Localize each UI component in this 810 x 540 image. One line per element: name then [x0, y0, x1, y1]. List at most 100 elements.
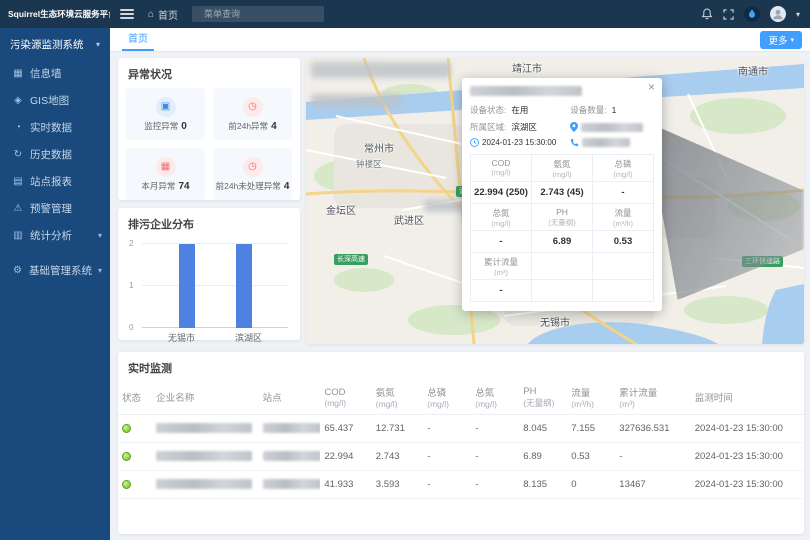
map-label-city: 常州市	[364, 140, 394, 155]
param-value: 6.89	[532, 231, 593, 253]
popup-param-table: COD(mg/l)氨氮(mg/l)总磷(mg/l)22.994 (250)2.7…	[470, 154, 654, 302]
chart-title: 排污企业分布	[118, 208, 300, 238]
sidebar-item-history-data[interactable]: ↻历史数据	[0, 141, 110, 168]
water-drop-logo-icon[interactable]	[744, 6, 760, 22]
address-row	[570, 122, 654, 132]
realtime-monitor-card: 实时监测 状态企业名称站点COD(mg/l)氨氮(mg/l)总磷(mg/l)总氮…	[118, 352, 804, 534]
cell-value: 8.135	[519, 471, 567, 499]
cell-value: 2024-01-23 15:30:00	[691, 415, 804, 443]
chart-plot-area: 012	[142, 244, 288, 328]
abnormal-card-title: 异常状况	[118, 58, 300, 88]
search-input[interactable]	[202, 8, 323, 20]
breadcrumb[interactable]: ⌂ 首页	[148, 7, 178, 22]
map-label-city: 钟楼区	[356, 158, 382, 170]
stat-tile: ◷前24h未处理异常4	[213, 148, 292, 200]
param-value: 2.743 (45)	[532, 182, 593, 204]
chevron-down-icon: ▾	[790, 36, 794, 44]
realtime-table: 状态企业名称站点COD(mg/l)氨氮(mg/l)总磷(mg/l)总氮(mg/l…	[118, 382, 804, 499]
fullscreen-icon[interactable]	[723, 9, 734, 20]
chevron-down-icon[interactable]: ▾	[796, 10, 800, 19]
param-value: -	[593, 182, 654, 204]
sidebar-system-switcher[interactable]: 污染源监测系统 ▾	[0, 28, 110, 60]
abnormal-status-card: 异常状况 ▣监控异常0◷前24h异常4▦本月异常74◷前24h未处理异常4	[118, 58, 300, 200]
sidebar-item-base-system[interactable]: ⚙基础管理系统▾	[0, 257, 110, 284]
cell-value: 6.89	[519, 443, 567, 471]
chevron-down-icon: ▾	[96, 40, 100, 49]
map-label-city: 靖江市	[512, 60, 542, 75]
cell-value: 2.743	[372, 443, 423, 471]
cell-value: 13467	[615, 471, 690, 499]
column-header: 企业名称	[152, 382, 258, 415]
cell-value: -	[423, 471, 471, 499]
stat-tile: ▦本月异常74	[126, 148, 205, 200]
alarm-icon: ⚠	[12, 203, 24, 214]
sidebar-item-dashboard[interactable]: ▦信息墙	[0, 60, 110, 87]
home-icon: ⌂	[148, 9, 154, 20]
column-header: 状态	[118, 382, 152, 415]
y-axis-tick: 0	[129, 323, 133, 332]
column-header: 站点	[259, 382, 321, 415]
cell-value: -	[471, 415, 519, 443]
bell-icon[interactable]	[701, 8, 713, 20]
cell-value: 2024-01-23 15:30:00	[691, 443, 804, 471]
param-header: 总磷(mg/l)	[593, 155, 654, 182]
sidebar-item-realtime-data[interactable]: ◔ 实时数据	[0, 114, 110, 141]
param-value: -	[471, 231, 532, 253]
x-axis-label: 无锡市	[168, 331, 195, 344]
param-header: 总氮(mg/l)	[471, 204, 532, 231]
param-header	[532, 253, 593, 280]
blurred-site-name	[263, 451, 321, 461]
close-icon[interactable]: ×	[648, 80, 655, 94]
tab-strip: 首页	[110, 28, 810, 52]
bar-chart: 012 无锡市 滨湖区	[142, 244, 288, 344]
sidebar-menu: ▦信息墙◈GIS地图 ◔ 实时数据 ↻历史数据▤站点报表 ⚠ 预警管理 ▥统计分析▾ ⚙基础管…	[0, 60, 110, 284]
param-header: 流量(m³/h)	[593, 204, 654, 231]
sidebar-item-label: 实时数据	[30, 120, 72, 135]
table-row[interactable]: 41.9333.593--8.1350134672024-01-23 15:30…	[118, 471, 804, 499]
sidebar-item-stats-analysis[interactable]: ▥统计分析▾	[0, 222, 110, 249]
param-value: 22.994 (250)	[471, 182, 532, 204]
dashboard-icon: ▦	[12, 68, 24, 79]
blurred-company-name	[156, 423, 252, 433]
column-header: 流量(m³/h)	[567, 382, 615, 415]
map-label-city: 金坛区	[326, 202, 356, 217]
param-header: PH(无量纲)	[532, 204, 593, 231]
tab-home[interactable]: 首页	[122, 26, 154, 51]
app-logo: Squirrel生态环境云服务平台	[0, 8, 110, 20]
sidebar-item-alarm-manage[interactable]: ⚠ 预警管理	[0, 195, 110, 222]
cell-value: 3.593	[372, 471, 423, 499]
param-value	[532, 280, 593, 302]
blurred-company-name	[156, 479, 252, 489]
stat-value: 0	[181, 121, 187, 132]
avatar[interactable]	[770, 6, 786, 22]
realtime-title: 实时监测	[118, 352, 804, 382]
gis-map[interactable]: 靖江市南通市常州市钟楼区金坛区武进区无锡市沪蓉高速长深高速三环快速路 × 设备状…	[306, 58, 804, 344]
table-row[interactable]: 65.43712.731--8.0457.155327636.5312024-0…	[118, 415, 804, 443]
param-header	[593, 253, 654, 280]
cell-value: 0	[567, 471, 615, 499]
status-dot	[122, 452, 131, 461]
sidebar-item-label: 预警管理	[30, 201, 72, 216]
table-header-row: 状态企业名称站点COD(mg/l)氨氮(mg/l)总磷(mg/l)总氮(mg/l…	[118, 382, 804, 415]
app-root: Squirrel生态环境云服务平台 ⌂ 首页 ▾ 污染源监测系统 ▾ ▦信息墙◈…	[0, 0, 810, 540]
menu-toggle-icon[interactable]	[120, 9, 134, 19]
more-button[interactable]: 更多 ▾	[760, 31, 802, 49]
pin-icon	[570, 122, 578, 132]
column-header: PH(无量纲)	[519, 382, 567, 415]
sidebar-item-site-report[interactable]: ▤站点报表	[0, 168, 110, 195]
cell-value: -	[471, 471, 519, 499]
popup-time: 2024-01-23 15:30:00	[482, 138, 556, 147]
sidebar-item-label: GIS地图	[30, 93, 69, 108]
sidebar-item-gis-map[interactable]: ◈GIS地图	[0, 87, 110, 114]
popup-info-grid: 设备状态: 在用 设备数量: 1 所属区域: 滨湖区 2024-01-	[470, 104, 654, 147]
column-header: 累计流量(m³)	[615, 382, 690, 415]
blurred-map-label	[311, 62, 451, 78]
station-popup: × 设备状态: 在用 设备数量: 1 所属区域: 滨湖区	[462, 78, 662, 311]
param-header: 累计流量(m³)	[471, 253, 532, 280]
clock-icon: ◷	[243, 157, 263, 177]
realtime-icon: ◔	[12, 122, 24, 133]
table-row[interactable]: 22.9942.743--6.890.53-2024-01-23 15:30:0…	[118, 443, 804, 471]
stat-tiles: ▣监控异常0◷前24h异常4▦本月异常74◷前24h未处理异常4	[118, 88, 300, 208]
cell-value: 8.045	[519, 415, 567, 443]
x-axis-label: 滨湖区	[235, 331, 262, 344]
